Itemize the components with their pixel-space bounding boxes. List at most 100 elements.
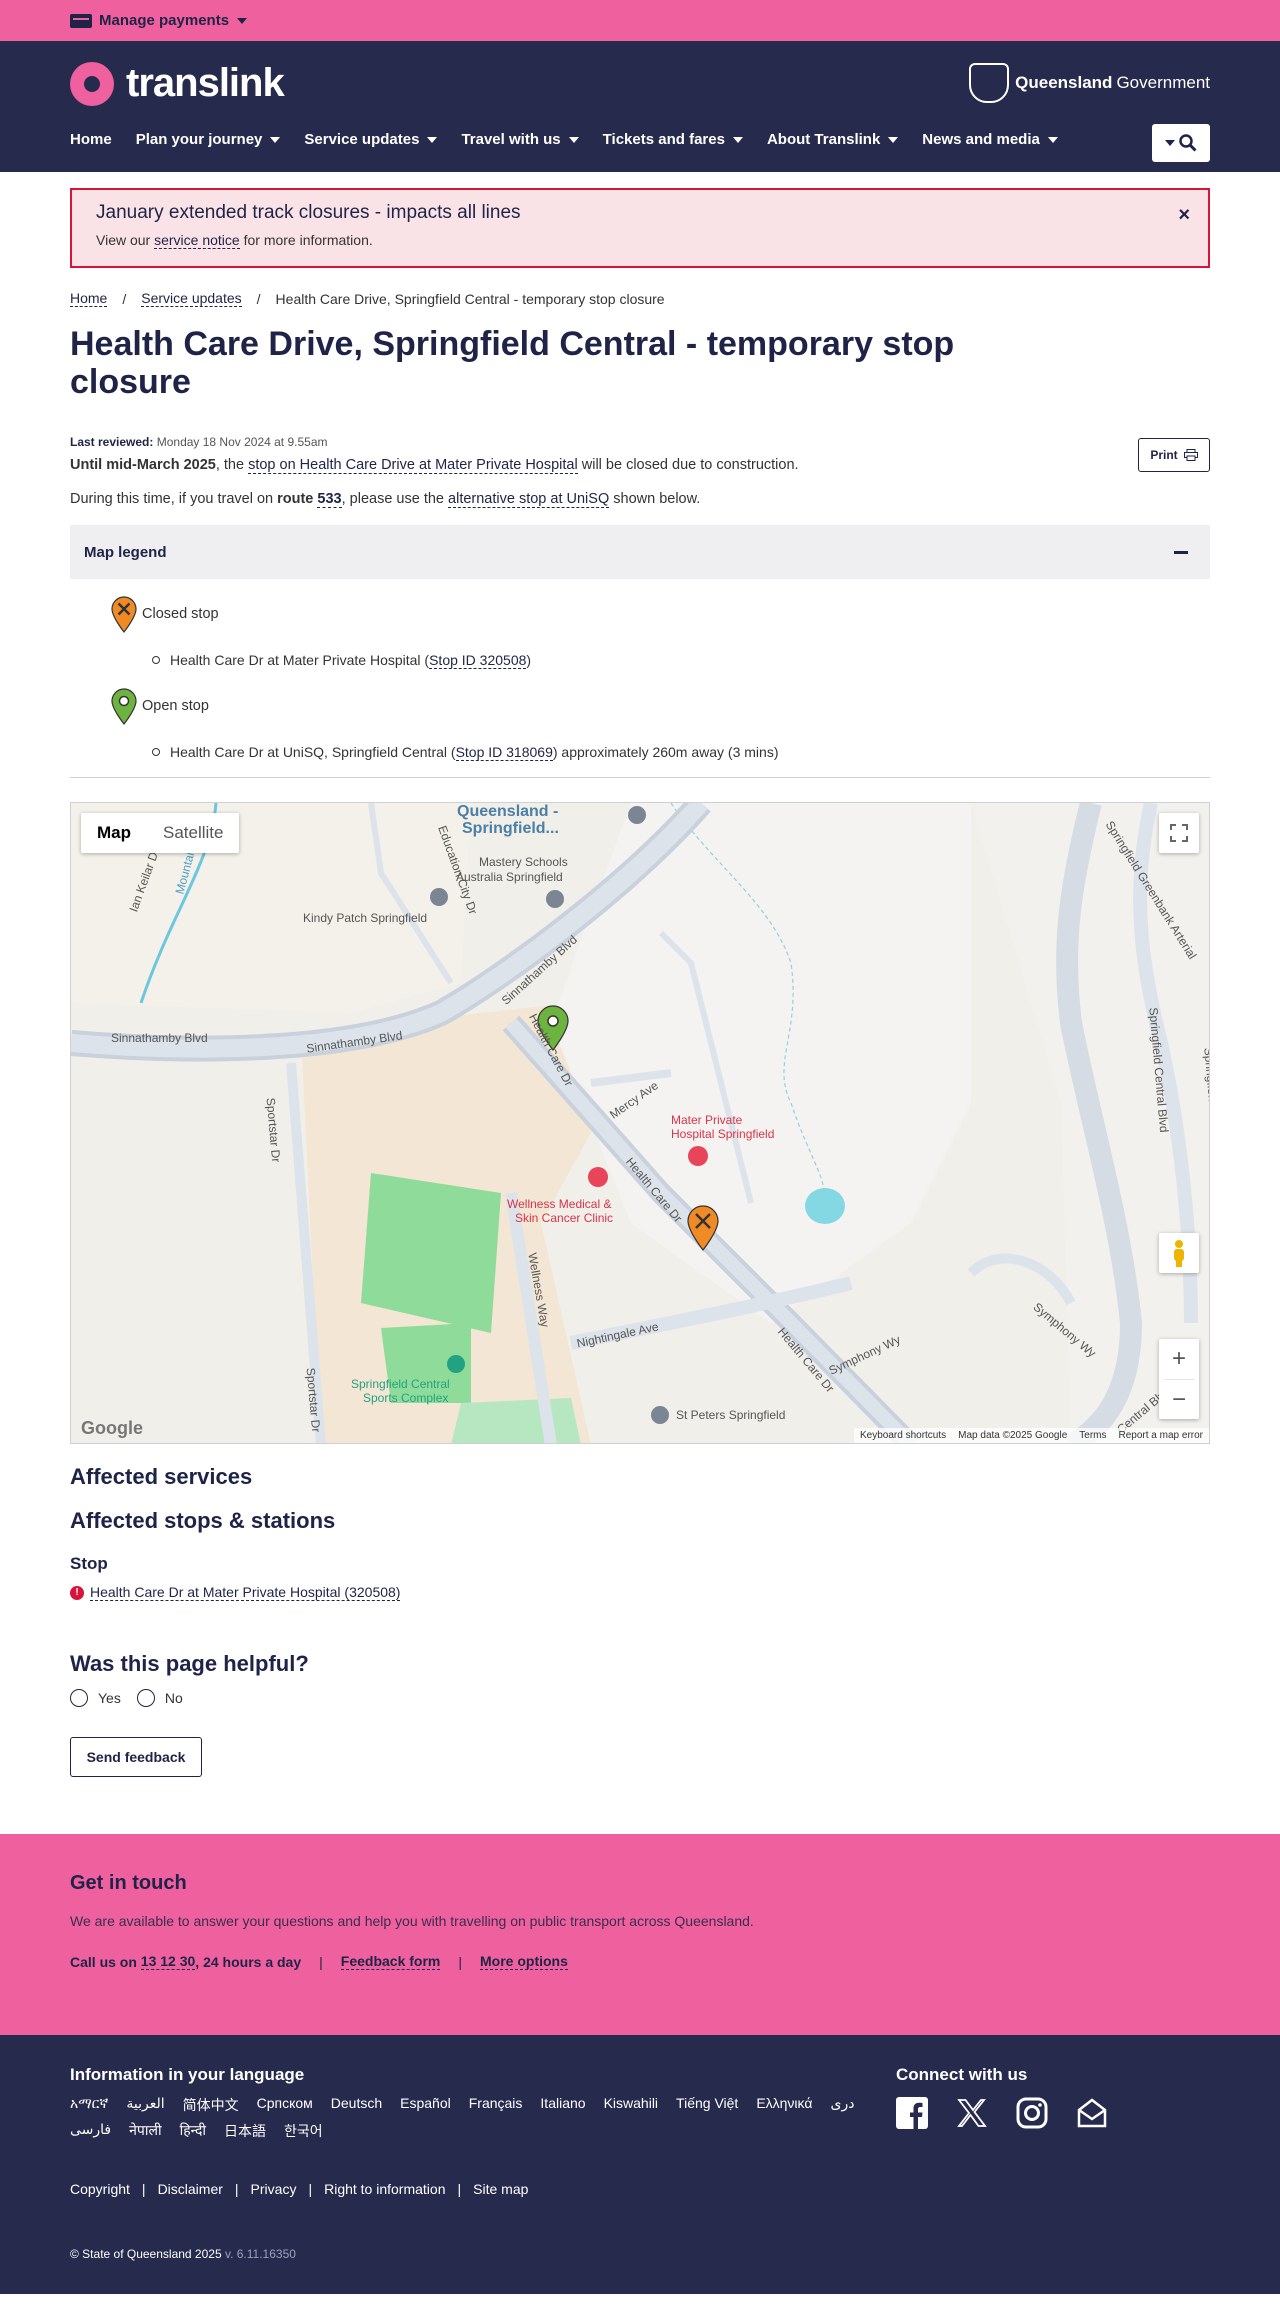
- no-radio[interactable]: [136, 1689, 155, 1707]
- breadcrumb-service-updates[interactable]: Service updates: [141, 290, 242, 307]
- closed-stop-link[interactable]: stop on Health Care Drive at Mater Priva…: [248, 457, 578, 474]
- language-link[interactable]: አማርኛ: [70, 2095, 108, 2115]
- breadcrumb-home[interactable]: Home: [70, 290, 108, 307]
- intro-paragraph: Until mid-March 2025, the stop on Health…: [70, 457, 1210, 474]
- stop-heading: Stop: [70, 1554, 108, 1573]
- map-tab[interactable]: Map: [81, 813, 147, 853]
- copyright-link[interactable]: Copyright: [70, 2181, 130, 2197]
- footer-links: Copyright | Disclaimer | Privacy | Right to…: [70, 2181, 528, 2197]
- stop-id-318069-link[interactable]: Stop ID 318069: [455, 744, 553, 761]
- manage-payments-menu[interactable]: Manage payments: [70, 12, 248, 29]
- close-icon[interactable]: ×: [1178, 204, 1190, 227]
- language-link[interactable]: دری: [830, 2095, 854, 2115]
- street-view-button[interactable]: [1159, 1233, 1199, 1273]
- phone-link[interactable]: 13 12 30: [140, 1953, 196, 1970]
- card-icon: [70, 13, 92, 28]
- map-canvas[interactable]: [71, 803, 1210, 1444]
- no-label: No: [164, 1690, 183, 1706]
- yes-radio[interactable]: [70, 1689, 88, 1707]
- affected-services-heading: Affected services: [70, 1464, 253, 1489]
- nav-about-translink[interactable]: About Translink: [767, 131, 899, 148]
- language-link[interactable]: فارسی: [70, 2121, 111, 2141]
- language-link[interactable]: Kiswahili: [604, 2095, 658, 2115]
- map-legend-toggle[interactable]: Map legend: [70, 525, 1210, 579]
- instagram-icon[interactable]: [1016, 2097, 1048, 2129]
- print-button[interactable]: Print: [1138, 438, 1210, 472]
- route-533-link[interactable]: 533: [317, 491, 342, 508]
- nav-label: Home: [70, 131, 112, 148]
- language-link[interactable]: 简体中文: [183, 2095, 239, 2115]
- translink-logo[interactable]: translink: [70, 61, 285, 106]
- facebook-icon[interactable]: [896, 2097, 928, 2129]
- connect-heading: Connect with us: [896, 2065, 1028, 2084]
- site-map-link[interactable]: Site map: [473, 2181, 528, 2197]
- terms-link[interactable]: Terms: [1079, 1430, 1106, 1441]
- helpful-options: Yes No: [70, 1689, 1210, 1707]
- nav-service-updates[interactable]: Service updates: [304, 131, 438, 148]
- right-to-information-link[interactable]: Right to information: [324, 2181, 445, 2197]
- closed-stop-pin-icon: [111, 596, 137, 633]
- language-link[interactable]: Italiano: [540, 2095, 585, 2115]
- search-button[interactable]: [1152, 124, 1210, 162]
- map[interactable]: Queensland - Springfield... Mastery Scho…: [70, 802, 1210, 1444]
- language-link[interactable]: Ελληνικά: [756, 2095, 812, 2115]
- language-link[interactable]: नेपाली: [129, 2121, 161, 2141]
- translink-logo-text: translink: [126, 61, 285, 105]
- send-feedback-button[interactable]: Send feedback: [70, 1737, 202, 1777]
- queensland-government-logo[interactable]: Queensland Government: [969, 63, 1210, 103]
- fullscreen-button[interactable]: [1159, 813, 1199, 853]
- separator: |: [308, 2181, 313, 2197]
- nav-plan-your-journey[interactable]: Plan your journey: [136, 131, 281, 148]
- affected-stop-link[interactable]: Health Care Dr at Mater Private Hospital…: [90, 1584, 401, 1601]
- get-in-touch-section: Get in touch We are available to answer …: [0, 1834, 1280, 2035]
- map-label: Sports Complex: [363, 1391, 449, 1405]
- site-header: translink Queensland Government Home Pla…: [0, 41, 1280, 172]
- satellite-tab[interactable]: Satellite: [147, 813, 239, 853]
- alternative-stop-link[interactable]: alternative stop at UniSQ: [448, 491, 610, 508]
- language-link[interactable]: Tiếng Việt: [676, 2095, 738, 2115]
- language-link[interactable]: हिन्दी: [180, 2121, 206, 2141]
- keyboard-shortcuts-link[interactable]: Keyboard shortcuts: [860, 1430, 946, 1441]
- map-label: St Peters Springfield: [676, 1408, 786, 1422]
- language-link[interactable]: Español: [400, 2095, 451, 2115]
- language-link[interactable]: Deutsch: [331, 2095, 382, 2115]
- email-icon[interactable]: [1076, 2097, 1108, 2129]
- feedback-form-link[interactable]: Feedback form: [340, 1953, 441, 1970]
- report-map-error-link[interactable]: Report a map error: [1119, 1430, 1203, 1441]
- language-link[interactable]: العربية: [126, 2095, 164, 2115]
- chevron-down-icon: [237, 17, 248, 24]
- more-options-link[interactable]: More options: [480, 1953, 568, 1970]
- separator: |: [141, 2181, 146, 2197]
- zoom-out-button[interactable]: −: [1164, 1379, 1194, 1419]
- language-link[interactable]: Français: [469, 2095, 523, 2115]
- stop-id-320508-link[interactable]: Stop ID 320508: [429, 652, 527, 669]
- x-twitter-icon[interactable]: [956, 2097, 988, 2129]
- text: Health Care Dr at UniSQ, Springfield Cen…: [170, 744, 456, 760]
- map-label: Mastery Schools: [479, 855, 568, 869]
- printer-icon: [1183, 449, 1198, 461]
- zoom-in-button[interactable]: +: [1172, 1339, 1186, 1379]
- main-content: January extended track closures - impact…: [70, 188, 1210, 1777]
- disclaimer-link[interactable]: Disclaimer: [158, 2181, 223, 2197]
- breadcrumb: Home / Service updates / Health Care Dri…: [70, 290, 1210, 307]
- route-label: route: [277, 491, 314, 507]
- nav-travel-with-us[interactable]: Travel with us: [461, 131, 579, 148]
- nav-news-and-media[interactable]: News and media: [922, 131, 1058, 148]
- language-link[interactable]: 한국어: [284, 2121, 323, 2141]
- text: During this time, if you travel on: [70, 491, 274, 507]
- crest-icon: [969, 63, 1010, 103]
- search-icon: [1179, 134, 1197, 152]
- alternative-paragraph: During this time, if you travel on route…: [70, 491, 1210, 508]
- map-label: Wellness Medical &: [507, 1197, 612, 1211]
- language-link[interactable]: Српском: [257, 2095, 313, 2115]
- nav-tickets-and-fares[interactable]: Tickets and fares: [603, 131, 743, 148]
- chevron-down-icon: [270, 136, 281, 143]
- language-link[interactable]: 日本語: [224, 2121, 266, 2141]
- alert-body: View our service notice for more informa…: [96, 232, 1184, 249]
- chevron-down-icon: [1165, 140, 1175, 146]
- privacy-link[interactable]: Privacy: [251, 2181, 297, 2197]
- nav-home[interactable]: Home: [70, 131, 112, 148]
- service-notice-link[interactable]: service notice: [154, 232, 240, 249]
- translink-logo-icon: [70, 61, 114, 106]
- affected-stop-item: ! Health Care Dr at Mater Private Hospit…: [70, 1584, 1210, 1601]
